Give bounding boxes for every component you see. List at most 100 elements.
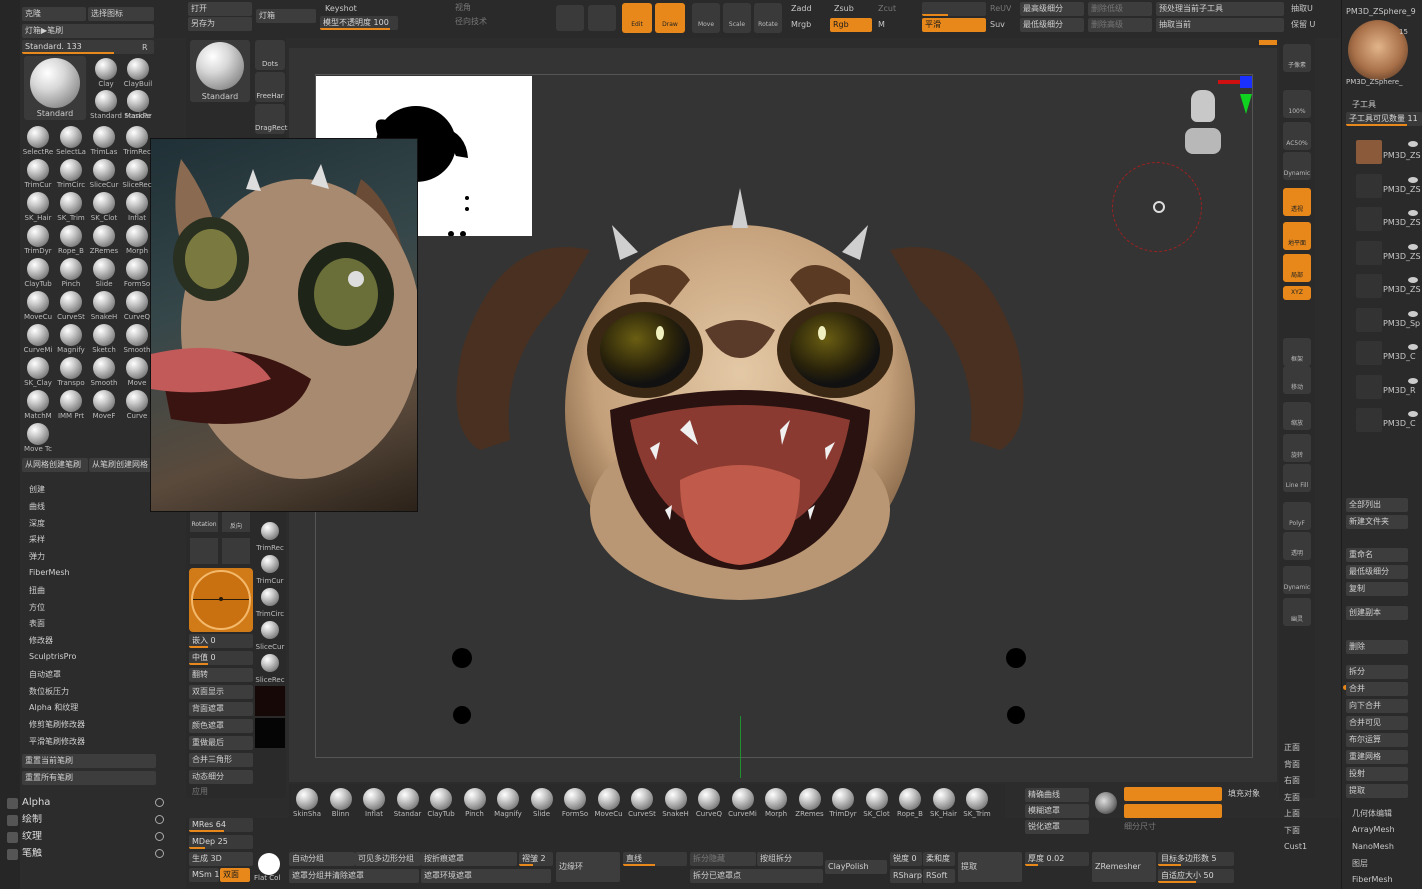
rotate-gizmo-circle[interactable] — [1112, 162, 1202, 252]
midvalue-slider[interactable]: 中值 0 — [189, 651, 253, 665]
left-tab-refresh-icon-3[interactable] — [155, 849, 164, 858]
subtool-header[interactable]: 子工具 — [1352, 99, 1376, 111]
icon-button-a[interactable] — [190, 538, 218, 564]
left-brush-32[interactable]: Smooth — [121, 322, 153, 356]
delete-lower-button[interactable]: 删除低级 — [1088, 2, 1152, 16]
subtool-name-4[interactable]: PM3D_ZS — [1383, 284, 1421, 296]
left-brush-13[interactable]: SK_Hair — [22, 190, 54, 224]
zsub-button[interactable]: Zsub — [834, 3, 854, 15]
left-brush-40[interactable]: Curve — [121, 388, 153, 422]
left-brush-20[interactable]: Morph — [121, 223, 153, 257]
subtool-action-copy[interactable]: 复制 — [1346, 582, 1408, 596]
subtool-action-list_all[interactable]: 全部列出 — [1346, 498, 1408, 512]
dots-stroke[interactable]: Dots — [255, 40, 285, 70]
bottom-brush-15[interactable]: ZRemes — [794, 786, 826, 820]
left-brush-29[interactable]: CurveMi — [22, 322, 54, 356]
subtool-eye-icon-7[interactable] — [1408, 377, 1418, 384]
right-tool-13[interactable]: PolyF — [1283, 502, 1311, 530]
left-brush-35[interactable]: Smooth — [88, 355, 120, 389]
subtool-action-fibermesh[interactable]: FiberMesh — [1352, 874, 1393, 886]
subtool-action-nanomesh[interactable]: NanoMesh — [1352, 841, 1394, 853]
left-brush-38[interactable]: IMM Prt — [55, 388, 87, 422]
left-brush-1[interactable]: ClayBuil — [122, 56, 154, 90]
visible-poly-button[interactable]: 可见多边形分组 — [355, 852, 421, 866]
subtool-name-1[interactable]: PM3D_ZS — [1383, 184, 1421, 196]
smooth-toggle[interactable]: 平滑 — [922, 18, 986, 32]
subtool-action-merge_visible[interactable]: 合并可见 — [1346, 716, 1408, 730]
left-brush-33[interactable]: SK_Clay — [22, 355, 54, 389]
subtool-action-arraymesh[interactable]: ArrayMesh — [1352, 824, 1395, 836]
edge-loop-button[interactable]: 边缘环 — [556, 852, 620, 882]
subtool-action-layers[interactable]: 图层 — [1352, 858, 1368, 870]
rsharp-button[interactable]: RSharp — [890, 869, 922, 883]
reset-brush-button[interactable]: 重置当前笔刷 — [22, 754, 156, 768]
floor-icon[interactable] — [588, 5, 616, 31]
subtool-action-new_folder[interactable]: 新建文件夹 — [1346, 515, 1408, 529]
extract-u-label[interactable]: 抽取U — [1291, 3, 1313, 15]
subtool-action-lowest[interactable]: 最低级细分 — [1346, 565, 1408, 579]
left-menu-item-13[interactable]: Alpha 和纹理 — [29, 702, 78, 713]
left-brush-15[interactable]: SK_Clot — [88, 190, 120, 224]
left-menu-item-12[interactable]: 数位板压力 — [29, 686, 69, 697]
left-menu-item-14[interactable]: 修剪笔刷修改器 — [29, 719, 85, 730]
left-menu-item-10[interactable]: SculptrisPro — [29, 652, 76, 661]
left-tab-refresh-icon-2[interactable] — [155, 832, 164, 841]
subtool-thumb-7[interactable] — [1356, 374, 1382, 399]
zadd-button[interactable]: Zadd — [791, 3, 812, 15]
left-brush-25[interactable]: MoveCu — [22, 289, 54, 323]
subtool-thumb-4[interactable] — [1356, 274, 1382, 298]
left-brush-18[interactable]: Rope_B — [55, 223, 87, 257]
right-tool-6[interactable]: 局部 — [1283, 254, 1311, 282]
right-nav-6[interactable]: Cust1 — [1284, 841, 1307, 853]
left-brush-24[interactable]: FormSo — [121, 256, 153, 290]
bottom-brush-10[interactable]: CurveSt — [626, 786, 658, 820]
right-tool-10[interactable]: 缩放 — [1283, 402, 1311, 430]
left-tab-0[interactable]: Alpha — [22, 797, 50, 809]
freehand-stroke[interactable]: FreeHar — [255, 72, 285, 102]
embed-slider[interactable]: 嵌入 0 — [189, 634, 253, 648]
bottom-brush-1[interactable]: Blinn — [325, 786, 357, 820]
subtool-name-2[interactable]: PM3D_ZS — [1383, 217, 1421, 229]
subtool-name-5[interactable]: PM3D_Sp — [1383, 318, 1420, 330]
left-brush-16[interactable]: Inflat — [121, 190, 153, 224]
mres-slider[interactable]: MRes 64 — [189, 818, 253, 832]
zcut-button[interactable]: Zcut — [878, 3, 896, 15]
yin-yang-icon[interactable] — [1095, 792, 1117, 814]
left-menu-item-8[interactable]: 表面 — [29, 618, 45, 629]
subtool-name-6[interactable]: PM3D_C — [1383, 351, 1416, 363]
right-tool-1[interactable]: 100% — [1283, 90, 1311, 118]
bottom-brush-11[interactable]: SnakeH — [660, 786, 692, 820]
fill-obj-label[interactable]: 填充对象 — [1228, 788, 1260, 800]
from-brush-button[interactable]: 从笔刷创建网格 — [89, 458, 155, 472]
bottom-brush-5[interactable]: Pinch — [459, 786, 491, 820]
move-mode-button[interactable]: Move — [692, 3, 720, 33]
dragrect-stroke[interactable]: DragRect — [255, 104, 287, 134]
zremesher-button[interactable]: ZRemesher — [1092, 852, 1156, 882]
left-brush-34[interactable]: Transpo — [55, 355, 87, 389]
subtool-action-create_copy[interactable]: 创建副本 — [1346, 606, 1408, 620]
save-as-button[interactable]: 另存为 — [188, 17, 252, 31]
bottom-brush-13[interactable]: CurveMi — [727, 786, 759, 820]
bottom-brush-12[interactable]: CurveQ — [693, 786, 725, 820]
subtool-eye-icon-3[interactable] — [1408, 243, 1418, 250]
fold-mask-button[interactable]: 按折痕遮罩 — [421, 852, 517, 866]
auto-group-button[interactable]: 自动分组 — [289, 852, 355, 866]
highest-subdiv-button[interactable]: 最高级细分 — [1020, 2, 1084, 16]
left-brush-14[interactable]: SK_Trim — [55, 190, 87, 224]
adaptive-slider[interactable]: 自适应大小 50 — [1158, 869, 1234, 883]
bottom-brush-20[interactable]: SK_Trim — [961, 786, 993, 820]
keyshot-label[interactable]: Keyshot — [325, 3, 357, 15]
right-tool-11[interactable]: 旋转 — [1283, 434, 1311, 462]
subtool-thumb-1[interactable] — [1356, 173, 1382, 198]
split-masked-button[interactable]: 拆分已遮罩点 — [690, 869, 823, 883]
sharpen-slider[interactable]: 锐度 0 — [890, 852, 922, 866]
right-nav-1[interactable]: 背面 — [1284, 759, 1300, 771]
left-brush-9[interactable]: TrimCur — [22, 157, 54, 191]
color-swatch-black[interactable] — [255, 718, 285, 748]
subtool-action-rename[interactable]: 重命名 — [1346, 548, 1408, 562]
perspective-icon[interactable] — [556, 5, 584, 31]
subtool-eye-icon-4[interactable] — [1408, 277, 1418, 283]
straight-slider[interactable]: 直线 — [623, 852, 687, 866]
subtool-name-3[interactable]: PM3D_ZS — [1383, 251, 1421, 263]
subtool-thumb-6[interactable] — [1356, 341, 1382, 365]
